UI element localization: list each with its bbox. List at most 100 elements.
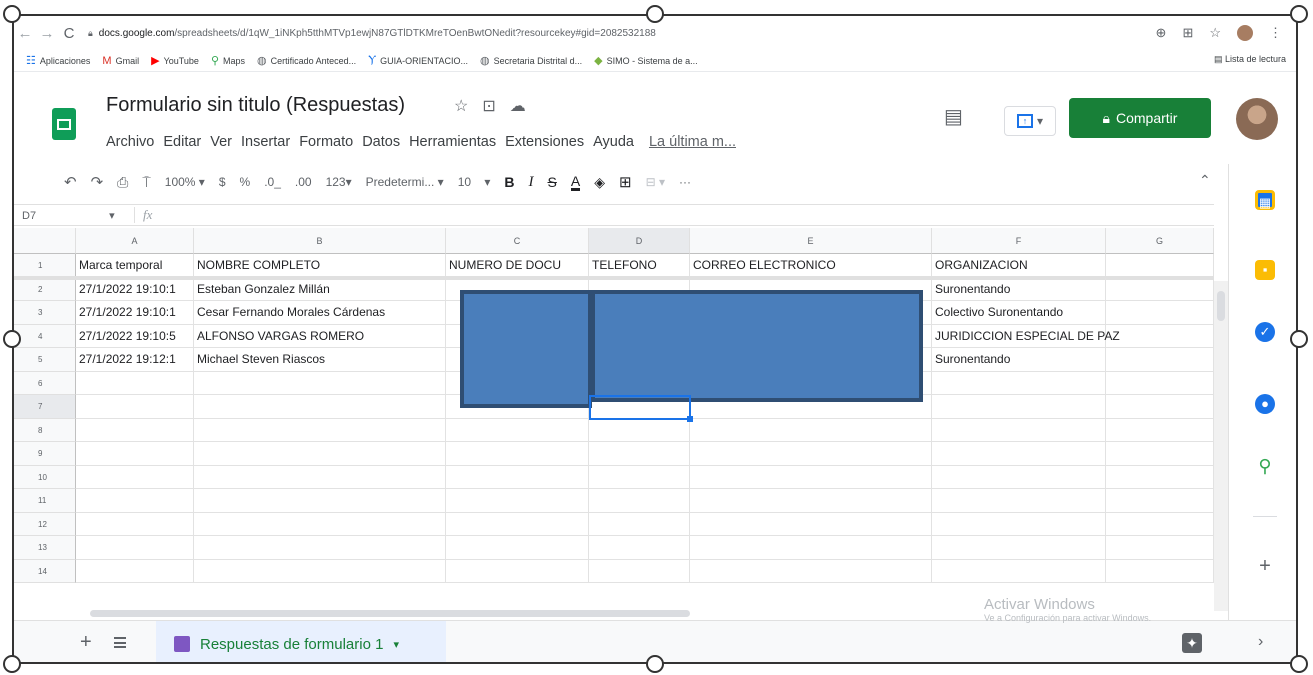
- all-sheets-menu-icon[interactable]: [114, 637, 126, 648]
- table-cell[interactable]: [932, 559, 1106, 583]
- table-cell[interactable]: [1106, 324, 1214, 348]
- table-cell[interactable]: [446, 512, 589, 536]
- bookmark-item[interactable]: ☷ Aplicaciones: [26, 54, 90, 67]
- table-cell[interactable]: [76, 371, 194, 395]
- fill-color-icon[interactable]: ◈: [594, 174, 605, 191]
- spreadsheet-grid[interactable]: A B C D E F G 1 Marca temporal NOMBRE COMPLETO NUM…: [14, 228, 1214, 608]
- table-cell[interactable]: [932, 442, 1106, 466]
- bookmark-item[interactable]: ◍ Certificado Anteced...: [257, 54, 356, 67]
- table-cell[interactable]: Suronentando: [932, 277, 1106, 301]
- menu-item-editar[interactable]: Editar: [163, 134, 201, 150]
- table-cell[interactable]: [690, 489, 932, 513]
- decrease-decimal-button[interactable]: .0_: [264, 175, 281, 189]
- row-header[interactable]: 7: [14, 395, 76, 419]
- table-cell[interactable]: [446, 418, 589, 442]
- menu-item-ayuda[interactable]: Ayuda: [593, 134, 634, 150]
- table-cell[interactable]: [76, 536, 194, 560]
- table-cell[interactable]: [589, 489, 690, 513]
- keep-icon[interactable]: ▪: [1255, 260, 1275, 280]
- resize-handle[interactable]: [3, 5, 21, 23]
- row-header[interactable]: 12: [14, 512, 76, 536]
- merge-cells-icon[interactable]: ⊟ ▾: [646, 175, 665, 189]
- star-icon[interactable]: ☆: [454, 96, 468, 116]
- table-cell[interactable]: [932, 465, 1106, 489]
- italic-button[interactable]: I: [529, 174, 534, 191]
- table-cell[interactable]: ALFONSO VARGAS ROMERO: [194, 324, 446, 348]
- table-cell[interactable]: [690, 465, 932, 489]
- table-cell[interactable]: [932, 536, 1106, 560]
- table-cell[interactable]: [76, 512, 194, 536]
- more-formats-select[interactable]: 123▾: [326, 175, 352, 189]
- header-cell[interactable]: Marca temporal: [76, 254, 194, 278]
- row-header[interactable]: 9: [14, 442, 76, 466]
- table-cell[interactable]: [1106, 277, 1214, 301]
- table-cell[interactable]: [446, 442, 589, 466]
- url-field[interactable]: docs.google.com/spreadsheets/d/1qW_1iNKp…: [99, 28, 869, 39]
- row-header[interactable]: 8: [14, 418, 76, 442]
- table-cell[interactable]: [194, 465, 446, 489]
- font-select[interactable]: Predetermi... ▾: [366, 175, 444, 189]
- vertical-scrollbar[interactable]: [1214, 281, 1228, 611]
- table-cell[interactable]: Michael Steven Riascos: [194, 348, 446, 372]
- move-folder-icon[interactable]: ⊡: [482, 96, 495, 116]
- table-cell[interactable]: [76, 418, 194, 442]
- text-color-button[interactable]: A: [570, 174, 581, 191]
- table-cell[interactable]: [690, 442, 932, 466]
- resize-handle[interactable]: [646, 5, 664, 23]
- table-cell[interactable]: Esteban Gonzalez Millán: [194, 277, 446, 301]
- share-button[interactable]: 🔒︎ Compartir: [1069, 98, 1211, 138]
- scroll-thumb[interactable]: [1217, 291, 1225, 321]
- bookmark-item[interactable]: Ⲩ GUIA-ORIENTACIO...: [368, 54, 468, 67]
- row-header[interactable]: 2: [14, 277, 76, 301]
- collapse-menus-icon[interactable]: ⌃: [1199, 172, 1211, 189]
- table-cell[interactable]: [589, 418, 690, 442]
- table-cell[interactable]: [932, 418, 1106, 442]
- table-cell[interactable]: [1106, 395, 1214, 419]
- table-cell[interactable]: JURIDICCION ESPECIAL DE PAZ: [932, 324, 1120, 348]
- resize-handle[interactable]: [1290, 5, 1308, 23]
- bookmark-item[interactable]: ⚲ Maps: [211, 54, 245, 67]
- header-cell[interactable]: TELEFONO: [589, 254, 690, 278]
- cloud-status-icon[interactable]: ☁︎: [510, 96, 526, 116]
- table-cell[interactable]: [194, 395, 446, 419]
- table-cell[interactable]: [194, 442, 446, 466]
- bold-button[interactable]: B: [504, 174, 514, 190]
- column-header-f[interactable]: F: [932, 228, 1106, 254]
- name-box[interactable]: D7 ▾: [14, 209, 134, 222]
- bookmark-item[interactable]: ◍ Secretaria Distrital d...: [480, 54, 582, 67]
- zoom-select[interactable]: 100% ▾: [165, 175, 205, 189]
- menu-item-archivo[interactable]: Archivo: [106, 134, 154, 150]
- table-cell[interactable]: [194, 418, 446, 442]
- menu-item-herramientas[interactable]: Herramientas: [409, 134, 496, 150]
- table-cell[interactable]: [690, 418, 932, 442]
- contacts-icon[interactable]: ●: [1255, 394, 1275, 414]
- increase-decimal-button[interactable]: .00: [295, 175, 312, 189]
- table-cell[interactable]: [690, 559, 932, 583]
- table-cell[interactable]: [589, 442, 690, 466]
- show-side-panel-icon[interactable]: ›: [1258, 633, 1263, 651]
- table-cell[interactable]: 27/1/2022 19:10:5: [76, 324, 194, 348]
- table-cell[interactable]: [76, 559, 194, 583]
- resize-handle[interactable]: [3, 655, 21, 673]
- table-cell[interactable]: [589, 465, 690, 489]
- table-cell[interactable]: [690, 536, 932, 560]
- table-cell[interactable]: [194, 489, 446, 513]
- table-cell[interactable]: 27/1/2022 19:12:1: [76, 348, 194, 372]
- table-cell[interactable]: [446, 489, 589, 513]
- comment-history-icon[interactable]: ▤: [944, 104, 963, 129]
- browser-menu-icon[interactable]: ⋮: [1269, 25, 1282, 41]
- select-all-corner[interactable]: [14, 228, 76, 254]
- row-header[interactable]: 6: [14, 371, 76, 395]
- reload-icon[interactable]: C: [58, 25, 80, 42]
- table-cell[interactable]: [76, 442, 194, 466]
- menu-item-ver[interactable]: Ver: [210, 134, 232, 150]
- forward-icon[interactable]: →: [36, 25, 58, 42]
- fill-handle[interactable]: [687, 415, 693, 422]
- menu-item-datos[interactable]: Datos: [362, 134, 400, 150]
- explore-icon[interactable]: ✦: [1182, 633, 1202, 653]
- table-cell[interactable]: 27/1/2022 19:10:1: [76, 301, 194, 325]
- row-header[interactable]: 11: [14, 489, 76, 513]
- row-header[interactable]: 14: [14, 559, 76, 583]
- present-button[interactable]: ↑ ▾: [1004, 106, 1056, 136]
- table-cell[interactable]: [1106, 348, 1214, 372]
